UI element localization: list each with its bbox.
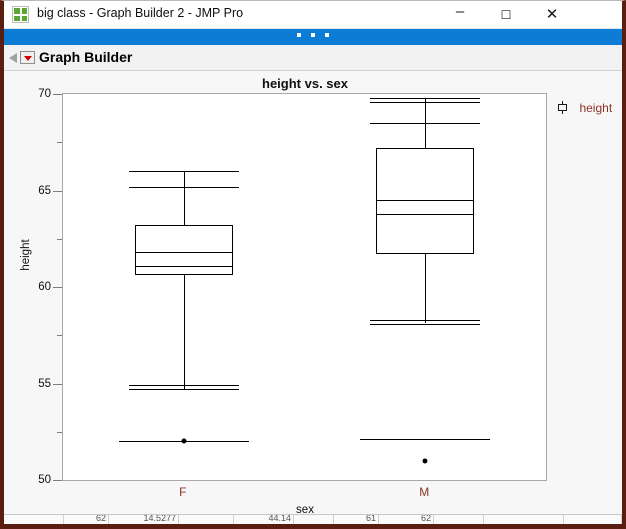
boxplot-median-line <box>134 266 233 267</box>
y-axis-tick-label: 50 <box>38 474 51 486</box>
disclosure-triangle-icon[interactable] <box>9 53 17 63</box>
y-axis-tick <box>53 94 62 95</box>
y-axis-tick <box>53 480 62 481</box>
y-axis-tick-label: 65 <box>38 184 51 197</box>
close-icon: ✕ <box>545 6 559 23</box>
minimize-icon: – <box>455 3 465 20</box>
legend[interactable]: height <box>556 99 612 117</box>
boxplot-upper-whisker <box>425 98 426 148</box>
y-axis-tick-label: 70 <box>38 88 51 100</box>
maximize-icon: ☐ <box>500 8 512 22</box>
data-table-cell[interactable]: 44.14 <box>234 515 294 524</box>
data-table-cell[interactable] <box>484 515 564 524</box>
data-table-partial-row[interactable]: 62 14.5277 44.14 61 62 <box>4 514 622 524</box>
chart-title: height vs. sex <box>262 76 348 91</box>
boxplot-lower-whisker-cap <box>370 320 481 321</box>
legend-label: height <box>579 100 613 115</box>
data-table-cell[interactable] <box>564 515 622 524</box>
x-axis-tick-label: F <box>179 485 187 499</box>
data-table-cell[interactable] <box>4 515 64 524</box>
jmp-grid-icon <box>12 6 29 23</box>
boxplot-outlier-line <box>360 439 491 440</box>
data-table-cell[interactable] <box>294 515 334 524</box>
data-table-cell[interactable] <box>434 515 484 524</box>
toolbar-strip[interactable] <box>4 29 622 45</box>
y-axis-tick <box>53 287 62 288</box>
boxplot-median-line <box>376 214 475 215</box>
data-table-cell[interactable]: 14.5277 <box>109 515 179 524</box>
minimize-button[interactable]: – <box>437 1 483 28</box>
y-axis-tick <box>53 190 62 192</box>
boxplot-lower-whisker-cap <box>128 385 239 386</box>
data-table-cell[interactable]: 62 <box>379 515 434 524</box>
toolbar-handle-dots-icon[interactable] <box>4 33 622 37</box>
boxplot-upper-whisker <box>184 171 185 225</box>
graph-area: height vs. sex height 50 55 60 65 70 FM sex … <box>4 71 622 516</box>
boxplot-outlier-point[interactable] <box>422 458 428 464</box>
y-axis-tick-label: 55 <box>38 377 51 390</box>
x-axis-tick-label: M <box>419 485 430 499</box>
y-axis-title: height <box>20 239 32 271</box>
boxplot-box[interactable] <box>134 225 233 275</box>
window-title: big class - Graph Builder 2 - JMP Pro <box>37 6 244 20</box>
boxplot-lower-whisker-cap <box>370 324 481 325</box>
data-table-cell[interactable]: 62 <box>64 515 109 524</box>
boxplot-lower-whisker-cap <box>128 389 239 390</box>
maximize-button[interactable]: ☐ <box>483 1 529 28</box>
boxplot-median-line <box>134 252 233 253</box>
jmp-application-window: big class - Graph Builder 2 - JMP Pro – … <box>0 0 626 529</box>
close-button[interactable]: ✕ <box>529 1 575 28</box>
y-axis-tick-label: 60 <box>38 281 51 293</box>
boxplot-legend-icon <box>556 101 569 115</box>
boxplot-lower-whisker <box>184 275 185 389</box>
boxplot-median-line <box>376 200 475 201</box>
report-header: Graph Builder <box>4 45 622 71</box>
report-title: Graph Builder <box>39 49 133 65</box>
data-table-cell[interactable] <box>179 515 234 524</box>
plot-frame[interactable] <box>62 93 547 481</box>
boxplot-box[interactable] <box>376 148 475 254</box>
data-table-cell[interactable]: 61 <box>334 515 379 524</box>
y-axis-tick <box>53 383 62 385</box>
boxplot-outlier-point[interactable] <box>181 438 187 444</box>
red-triangle-menu-icon[interactable] <box>20 51 35 64</box>
window-title-bar: big class - Graph Builder 2 - JMP Pro – … <box>4 1 622 29</box>
boxplot-lower-whisker <box>425 254 426 323</box>
